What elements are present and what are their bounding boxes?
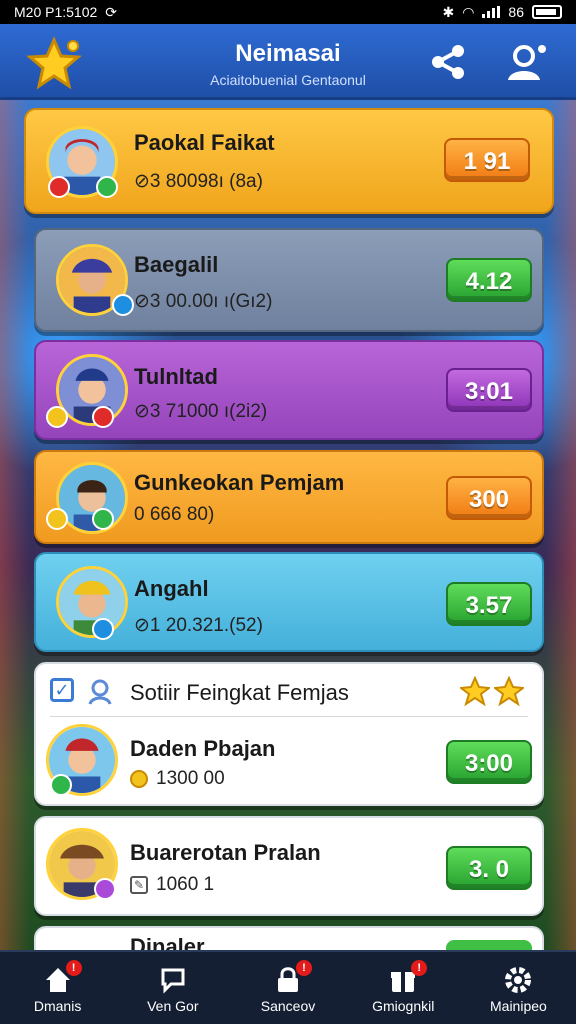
section-title: Sotiir Feingkat Femjas [130, 680, 349, 705]
player-stats: ⊘1 20.321.(52) [134, 615, 263, 636]
coin-badge-icon [46, 406, 68, 428]
nav-home[interactable]: ! Dmanis [0, 952, 115, 1024]
player-name: Paokal Faikat [134, 130, 275, 155]
battery-percent: 86 [508, 4, 524, 20]
your-rank-panel: ✓ Sotiir Feingkat Femjas Daden Pbajan 13… [34, 662, 544, 806]
coin-badge-icon [46, 508, 68, 530]
player-name: Gunkeokan Pemjam [134, 470, 345, 495]
signal-icon [482, 6, 501, 18]
status-bar: M20 P1:5102 ⟳ ✱ ◠ 86 [0, 0, 576, 24]
nav-security[interactable]: ! Sanceov [230, 952, 345, 1024]
nav-settings[interactable]: Mainipeo [461, 952, 576, 1024]
score-button[interactable]: 3.57 [446, 582, 532, 626]
rank-badge-icon [48, 176, 70, 198]
player-name: Dinaler [130, 934, 205, 950]
score-button[interactable]: 3:01 [446, 368, 532, 412]
level-badge-icon [112, 294, 134, 316]
gem-badge-icon [94, 878, 116, 900]
player-name: Baegalil [134, 252, 219, 277]
score-button[interactable] [446, 940, 532, 950]
gear-icon [505, 967, 532, 993]
bluetooth-icon: ✱ [442, 3, 455, 20]
notification-badge: ! [411, 960, 428, 976]
player-name: Daden Pbajan [130, 736, 276, 761]
chat-icon [161, 968, 185, 994]
score-button[interactable]: 1 91 [444, 138, 530, 182]
leaderboard-row[interactable]: Paokal Faikat ⊘3 80098ı (8a) 1 91 [24, 108, 554, 214]
player-stats: 1060 1 [156, 874, 215, 895]
wifi-icon: ◠ [462, 3, 475, 20]
sync-icon: ⟳ [105, 3, 118, 20]
player-name: Tulnltad [134, 364, 218, 389]
leaderboard-row[interactable]: Gunkeokan Pemjam 0 666 80) 300 [34, 450, 544, 544]
nav-label: Ven Gor [147, 998, 199, 1014]
player-stats: 0 666 80) [134, 504, 215, 525]
bottom-nav: ! Dmanis Ven Gor ! Sanceov ! Gmiognkil M… [0, 950, 576, 1024]
player-stats: ⊘3 71000 ı(2i2) [134, 401, 268, 422]
coin-icon [130, 770, 148, 788]
level-badge-icon [96, 176, 118, 198]
leaderboard-row[interactable]: Angahl ⊘1 20.321.(52) 3.57 [34, 552, 544, 652]
score-button[interactable]: 3:00 [446, 740, 532, 784]
score-button[interactable]: 300 [446, 476, 532, 520]
star-icon [460, 676, 490, 706]
player-stats: 1300 00 [156, 768, 225, 789]
leaderboard-row[interactable]: Buarerotan Pralan ✎ 1060 1 3. 0 [34, 816, 544, 916]
rank-badge-icon [92, 406, 114, 428]
share-icon[interactable] [428, 42, 468, 82]
nav-label: Gmiognkil [372, 998, 435, 1014]
battery-icon [532, 5, 562, 19]
nav-chat[interactable]: Ven Gor [115, 952, 230, 1024]
player-stats: ⊘3 80098ı (8a) [134, 171, 263, 192]
leaderboard-row[interactable]: Tulnltad ⊘3 71000 ı(2i2) 3:01 [34, 340, 544, 440]
level-badge-icon [92, 508, 114, 530]
divider [50, 716, 528, 717]
page-title: Neimasai [235, 40, 341, 67]
score-button[interactable]: 3. 0 [446, 846, 532, 890]
player-name: Angahl [134, 576, 209, 601]
nav-label: Sanceov [260, 998, 316, 1014]
app-header: Neimasai Aciaitobuenial Gentaonul [0, 24, 576, 100]
level-badge-icon [92, 618, 114, 640]
status-time: M20 P1:5102 [14, 4, 98, 20]
player-stats: ⊘3 00.00ı ı(Gı2) [134, 291, 273, 312]
level-badge-icon [50, 774, 72, 796]
star-icon [494, 676, 524, 706]
user-search-icon[interactable] [88, 678, 116, 706]
leaderboard-row[interactable]: Dinaler [34, 926, 544, 950]
nav-gifts[interactable]: ! Gmiognkil [346, 952, 461, 1024]
checkbox-icon[interactable]: ✓ [50, 678, 74, 702]
score-button[interactable]: 4.12 [446, 258, 532, 302]
leaderboard-row[interactable]: Baegalil ⊘3 00.00ı ı(Gı2) 4.12 [34, 228, 544, 332]
nav-label: Dmanis [33, 998, 82, 1014]
player-name: Buarerotan Pralan [130, 840, 321, 865]
clock-icon: ✎ [130, 876, 148, 894]
nav-label: Mainipeo [490, 998, 547, 1014]
notification-badge: ! [296, 960, 312, 976]
profile-icon[interactable] [504, 42, 548, 82]
notification-badge: ! [65, 960, 82, 976]
page-subtitle: Aciaitobuenial Gentaonul [210, 72, 366, 88]
